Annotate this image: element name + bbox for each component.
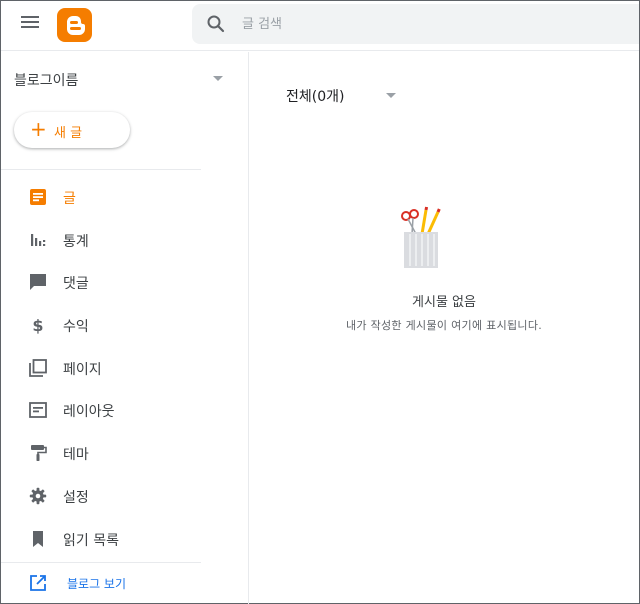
sidebar-item-posts[interactable]: 글 xyxy=(1,176,248,219)
settings-icon xyxy=(29,487,47,505)
sidebar-item-label: 테마 xyxy=(63,447,89,464)
sidebar-item-comments[interactable]: 댓글 xyxy=(1,261,248,304)
sidebar-item-label: 레이아웃 xyxy=(63,404,115,421)
blog-name: 블로그이름 xyxy=(14,73,79,89)
sidebar-item-label: 통계 xyxy=(63,233,89,250)
sidebar-item-label: 댓글 xyxy=(63,276,89,293)
posts-icon xyxy=(30,189,46,205)
new-post-button[interactable]: + 새 글 xyxy=(14,112,130,148)
sidebar-item-label: 글 xyxy=(63,191,76,207)
search-input[interactable] xyxy=(242,12,622,36)
divider xyxy=(1,562,201,563)
blog-selector[interactable]: 블로그이름 xyxy=(14,70,229,90)
sidebar-item-label: 페이지 xyxy=(63,361,102,378)
pages-icon xyxy=(29,358,47,377)
top-bar xyxy=(1,1,639,51)
search-bar xyxy=(192,4,639,44)
sidebar-item-reading-list[interactable]: 읽기 목록 xyxy=(1,518,248,561)
sidebar-item-label: 읽기 목록 xyxy=(63,532,119,549)
plus-icon: + xyxy=(30,117,47,141)
sidebar-item-theme[interactable]: 테마 xyxy=(1,432,248,475)
layout-icon xyxy=(29,402,47,419)
dropdown-arrow-icon xyxy=(213,76,223,81)
empty-state-title: 게시물 없음 xyxy=(412,295,476,310)
sidebar-item-earnings[interactable]: $ 수익 xyxy=(1,304,248,347)
sidebar-item-label: 설정 xyxy=(63,489,89,506)
search-icon[interactable] xyxy=(206,14,226,34)
reading-list-icon xyxy=(33,530,43,547)
sidebar: 블로그이름 + 새 글 글 통계 댓글 $ 수익 페이지 레이아웃 테마 설정 … xyxy=(1,52,249,604)
sidebar-item-layout[interactable]: 레이아웃 xyxy=(1,389,248,432)
view-blog-link[interactable]: 블로그 보기 xyxy=(1,566,248,600)
app-frame: 블로그이름 + 새 글 글 xyxy=(0,0,640,604)
stats-icon xyxy=(31,233,46,246)
empty-state-description: 내가 작성한 게시물이 여기에 표시됩니다. xyxy=(345,319,543,332)
sidebar-nav: 글 통계 댓글 $ 수익 페이지 레이아웃 테마 설정 읽기 목록 xyxy=(1,176,248,560)
dropdown-arrow-icon xyxy=(386,93,396,98)
theme-icon xyxy=(31,445,47,462)
earnings-icon: $ xyxy=(32,316,43,334)
view-blog-label: 블로그 보기 xyxy=(67,577,127,591)
svg-text:$: $ xyxy=(32,316,43,334)
hamburger-menu-icon[interactable] xyxy=(21,14,43,34)
new-post-label: 새 글 xyxy=(54,126,83,141)
comments-icon xyxy=(30,274,46,291)
sidebar-item-label: 수익 xyxy=(63,319,89,336)
pencil-cup-icon xyxy=(401,206,441,268)
filter-label: 전체(0개) xyxy=(286,89,345,105)
sidebar-item-settings[interactable]: 설정 xyxy=(1,475,248,518)
post-filter-dropdown[interactable]: 전체(0개) xyxy=(286,86,406,108)
open-in-new-icon xyxy=(30,575,46,591)
blogger-logo-icon[interactable] xyxy=(57,8,92,42)
sidebar-item-stats[interactable]: 통계 xyxy=(1,219,248,262)
sidebar-item-pages[interactable]: 페이지 xyxy=(1,347,248,390)
divider xyxy=(1,169,201,170)
